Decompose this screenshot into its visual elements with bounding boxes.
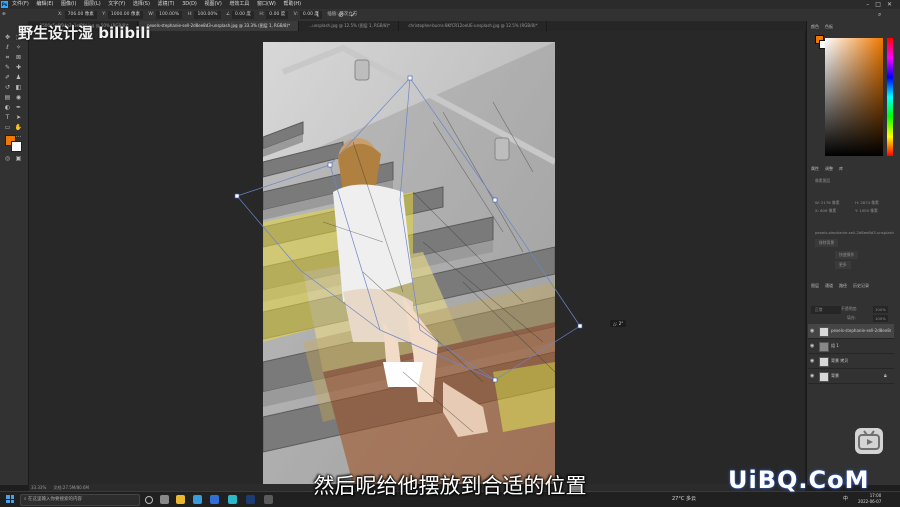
transform-handle[interactable] [492,377,498,383]
layer-row[interactable]: ◉ pexels-stephanie-sell-2d8ee8d3 [808,324,894,339]
prop-filename: pexels-stephanie-sell-2d8ee8d3-unsplash [815,230,894,235]
transform-handle[interactable] [327,162,333,168]
layer-thumbnail [819,357,829,367]
bilibili-tv-icon [855,428,883,454]
layer-thumbnail [819,327,829,337]
channel-watermark: 野生设计湿 bilibili [18,24,151,42]
prop-w: W: 2176 像素 [815,200,840,205]
right-panels: 颜色 色板 属性 调整 库 像素图层 W: 2176 像素 H: 2874 像素 X:… [806,21,900,485]
opacity-input[interactable]: 100% [873,306,888,313]
eye-icon[interactable]: ◉ [810,369,814,383]
transform-readout: △: 2° [610,320,627,327]
prop-h: H: 2874 像素 [855,200,879,205]
lock-icon[interactable]: 🔒︎ [884,369,887,383]
color-picker-field[interactable] [825,38,883,156]
opacity-label: 不透明度: [841,306,858,311]
layer-row[interactable]: ◉ 背景 拷贝 [808,354,894,369]
tab-history[interactable]: 历史记录 [853,283,869,288]
layer-row[interactable]: ◉ 背景 🔒︎ [808,369,894,384]
transform-handle[interactable] [407,75,413,81]
transform-handle[interactable] [577,323,583,329]
tab-adjustments[interactable]: 调整 [825,166,833,171]
transform-guides [234,75,583,383]
eye-icon[interactable]: ◉ [810,354,814,368]
properties-panel-tabs: 属性 调整 库 [811,166,849,172]
more-button[interactable]: 更多 [835,261,851,269]
color-panel-tabs: 颜色 色板 [811,24,839,30]
prop-x: X: 606 像素 [815,208,837,213]
folder-icon [819,342,829,352]
prop-y: Y: 1000 像素 [855,208,878,213]
layer-row[interactable]: ◉ 组 1 [808,339,894,354]
blend-mode-select[interactable]: 正常 [811,306,841,314]
site-watermark: UiBQ.CoM [728,466,870,494]
transform-handle[interactable] [234,193,240,199]
transform-handle[interactable] [492,197,498,203]
tab-channels[interactable]: 通道 [825,283,833,288]
layers-panel-tabs: 图层 通道 路径 历史记录 [811,283,875,289]
tab-paths[interactable]: 路径 [839,283,847,288]
eye-icon[interactable]: ◉ [810,324,814,338]
layer-kind: 像素图层 [815,178,831,183]
fill-input[interactable]: 100% [873,315,888,322]
tab-color[interactable]: 颜色 [811,24,819,29]
hue-slider[interactable] [887,38,893,156]
quick-actions-button[interactable]: 快速操作 [835,251,859,259]
layer-thumbnail [819,372,829,382]
eye-icon[interactable]: ◉ [810,339,814,353]
remove-bg-button[interactable]: 移除背景 [815,239,839,247]
tab-swatches[interactable]: 色板 [825,24,833,29]
tab-libraries[interactable]: 库 [839,166,843,171]
tab-layers[interactable]: 图层 [811,283,819,288]
tab-properties[interactable]: 属性 [811,166,819,171]
fill-label: 填充: [847,315,856,320]
